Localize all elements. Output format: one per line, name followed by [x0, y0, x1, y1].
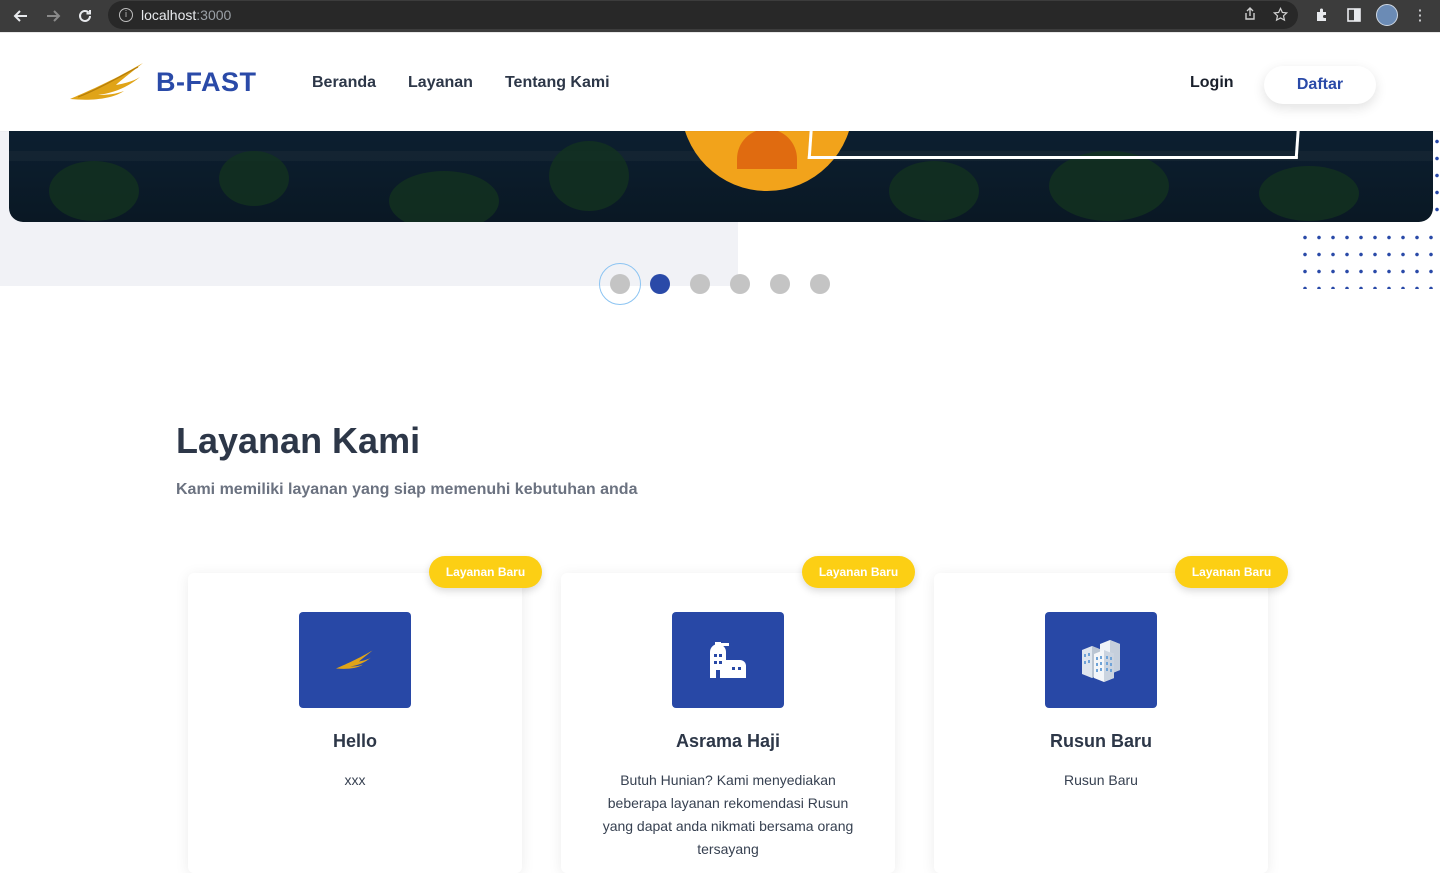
- service-card[interactable]: Layanan Baru Rusun Baru Rusun Baru: [934, 556, 1288, 873]
- hero-slide-image: [9, 131, 1433, 222]
- new-service-badge: Layanan Baru: [429, 556, 542, 588]
- carousel-dot[interactable]: [810, 274, 830, 294]
- main-navigation: Beranda Layanan Tentang Kami: [312, 74, 610, 92]
- register-button[interactable]: Daftar: [1264, 66, 1376, 104]
- site-header: B-FAST Beranda Layanan Tentang Kami Logi…: [0, 32, 1440, 131]
- carousel-dot[interactable]: [770, 274, 790, 294]
- bookmark-star-icon[interactable]: [1272, 6, 1289, 25]
- back-arrow-icon[interactable]: [10, 5, 32, 27]
- service-card-title: Asrama Haji: [675, 731, 781, 751]
- bird-logo-icon: [70, 63, 143, 100]
- kebab-menu-icon[interactable]: ⋮: [1410, 4, 1430, 26]
- decorative-dot-column: [1434, 133, 1440, 223]
- nav-link-beranda[interactable]: Beranda: [312, 74, 376, 92]
- carousel-indicators: [599, 263, 830, 305]
- service-card[interactable]: Layanan Baru Hello xxx: [188, 556, 542, 873]
- service-icon-box: [672, 612, 784, 708]
- new-service-badge: Layanan Baru: [1175, 556, 1288, 588]
- extensions-puzzle-icon[interactable]: [1312, 4, 1332, 26]
- nav-link-layanan[interactable]: Layanan: [408, 74, 473, 92]
- apartment-blocks-icon: [1082, 640, 1120, 682]
- site-info-icon[interactable]: i: [119, 8, 133, 22]
- service-card-description: Rusun Baru: [1064, 772, 1138, 788]
- address-bar[interactable]: i localhost:3000: [108, 1, 1298, 29]
- forward-arrow-icon[interactable]: [42, 5, 64, 27]
- browser-toolbar: i localhost:3000 ⋮: [0, 0, 1440, 32]
- service-icon-box: [299, 612, 411, 708]
- share-icon[interactable]: [1243, 7, 1257, 25]
- reload-icon[interactable]: [74, 5, 96, 27]
- services-title: Layanan Kami: [176, 420, 421, 461]
- services-subtitle: Kami memiliki layanan yang siap memenuhi…: [176, 481, 638, 498]
- carousel-dot[interactable]: [690, 274, 710, 294]
- service-card-title: Rusun Baru: [1049, 731, 1152, 751]
- nav-link-tentang-kami[interactable]: Tentang Kami: [505, 74, 610, 92]
- service-icon-box: [1045, 612, 1157, 708]
- brand-name: B-FAST: [156, 66, 257, 97]
- new-service-badge: Layanan Baru: [802, 556, 915, 588]
- carousel-dot-active[interactable]: [650, 274, 670, 294]
- decorative-dot-grid: [1298, 229, 1440, 289]
- carousel-dot[interactable]: [599, 263, 641, 305]
- url-port: :3000: [196, 7, 232, 23]
- url-text: localhost:3000: [141, 7, 231, 23]
- brand-logo[interactable]: B-FAST: [68, 61, 257, 103]
- side-panel-icon[interactable]: [1344, 4, 1364, 26]
- login-link[interactable]: Login: [1190, 74, 1234, 92]
- carousel-dot[interactable]: [730, 274, 750, 294]
- service-card-description: xxx: [344, 772, 366, 788]
- service-card-description: Butuh Hunian? Kami menyediakan beberapa …: [602, 772, 854, 857]
- service-card[interactable]: Layanan Baru Asrama Haji Butuh Hunian? K…: [561, 556, 915, 873]
- url-host: localhost: [141, 7, 197, 23]
- profile-avatar[interactable]: [1376, 4, 1398, 26]
- service-card-title: Hello: [332, 731, 377, 751]
- bird-logo-icon: [336, 650, 373, 669]
- signboard-frame: [807, 131, 1301, 159]
- building-icon: [710, 642, 746, 678]
